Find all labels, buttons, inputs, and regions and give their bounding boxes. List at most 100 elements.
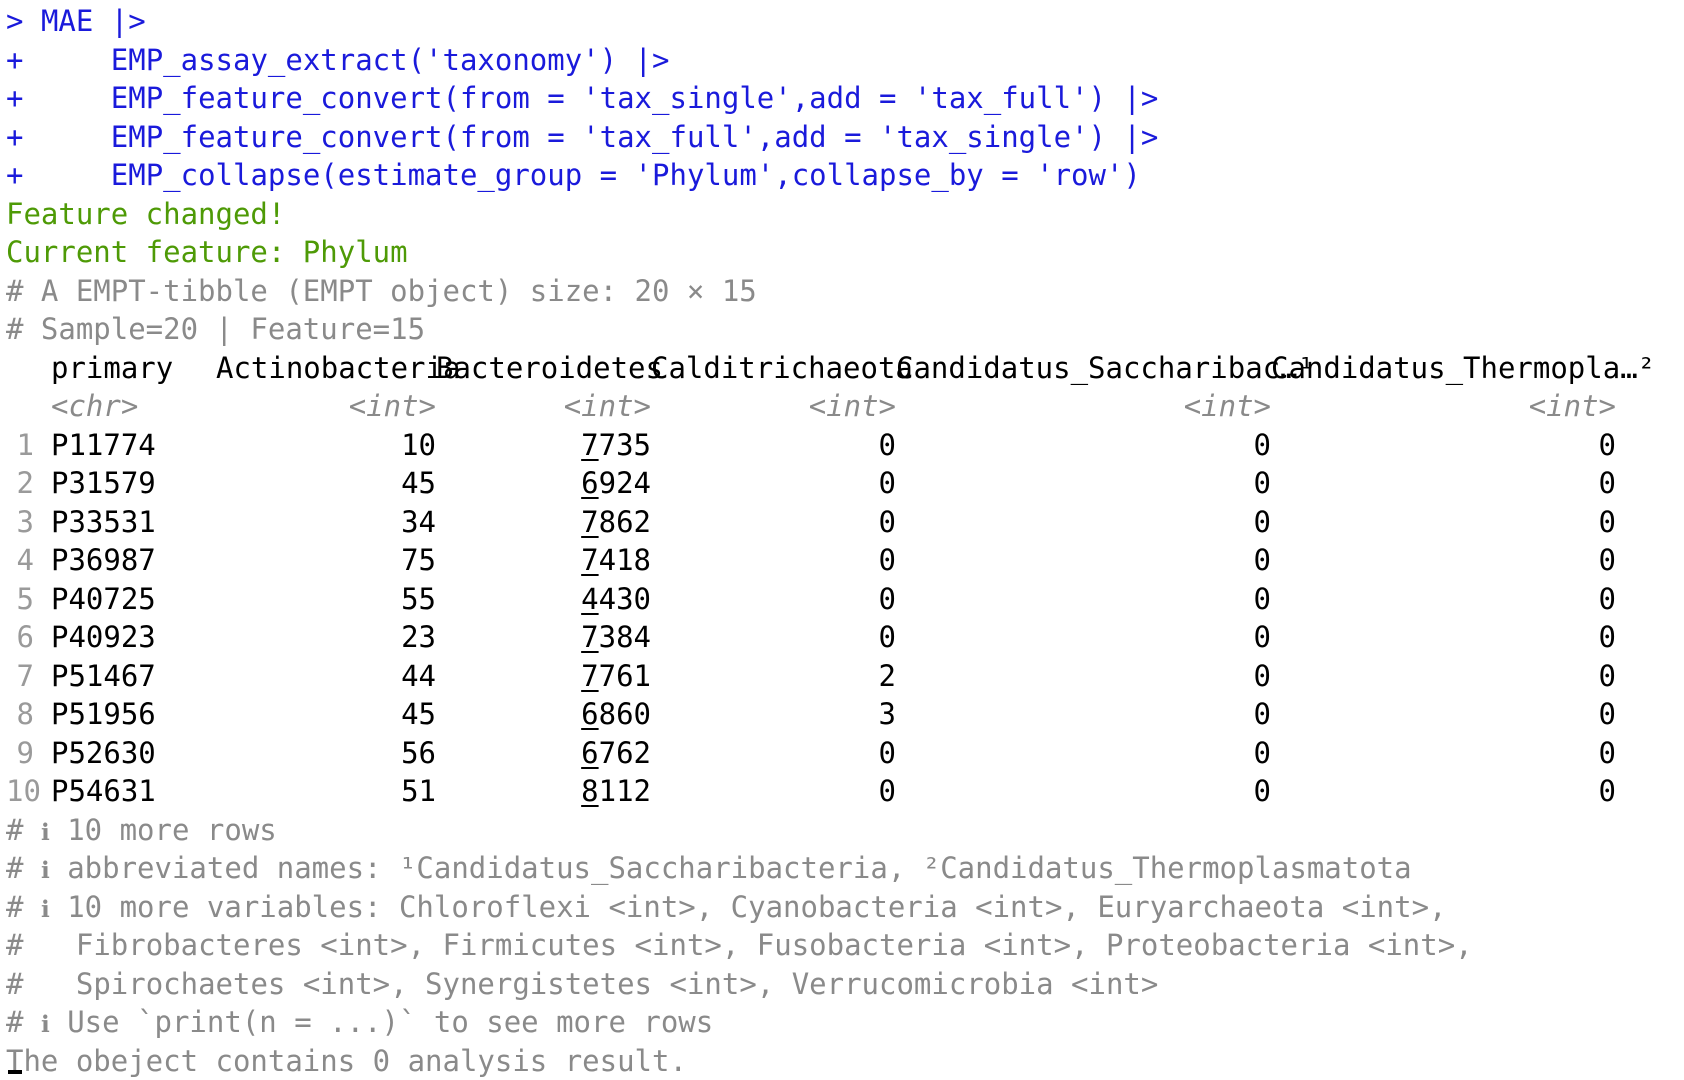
cell-primary: P33531 [51, 503, 216, 542]
command-line: + EMP_assay_extract('taxonomy') |> [6, 41, 1684, 80]
cell-primary: P40725 [51, 580, 216, 619]
table-row: 3P33531347862000 [6, 503, 1684, 542]
info-icon: ℹ [41, 819, 50, 846]
column-type-primary: <chr> [51, 387, 216, 426]
row-index: 1 [6, 426, 34, 465]
cell-candidatus-saccharibac: 0 [896, 580, 1271, 619]
column-header-bacteroidetes: Bacteroidetes [436, 349, 651, 388]
cell-candidatus-thermopla: 0 [1271, 503, 1616, 542]
command-line: > MAE |> [6, 2, 1684, 41]
prompt-symbol: > [6, 4, 23, 38]
cell-candidatus-thermopla: 0 [1271, 541, 1616, 580]
row-index: 3 [6, 503, 34, 542]
cell-bacteroidetes-rest: 418 [599, 543, 651, 577]
row-index: 9 [6, 734, 34, 773]
cell-candidatus-thermopla: 0 [1271, 657, 1616, 696]
info-icon: ℹ [41, 857, 50, 884]
analysis-result-message: The obeject contains 0 analysis result. [6, 1042, 1684, 1080]
cell-calditrichaeota: 2 [651, 657, 896, 696]
more-variables-note-continued: # Fibrobacteres <int>, Firmicutes <int>,… [6, 926, 1684, 965]
column-header-candidatus-thermopla: Candidatus_Thermopla…² [1271, 349, 1616, 388]
cell-bacteroidetes: 8112 [436, 772, 651, 811]
continuation-symbol: + [6, 120, 23, 154]
cell-candidatus-thermopla: 0 [1271, 618, 1616, 657]
more-rows-note: # ℹ 10 more rows [6, 811, 1684, 850]
table-row: 2P31579456924000 [6, 464, 1684, 503]
more-variables-note-continued: # Spirochaetes <int>, Synergistetes <int… [6, 965, 1684, 1004]
cell-primary: P36987 [51, 541, 216, 580]
command-text: MAE |> [41, 4, 146, 38]
row-index: 2 [6, 464, 34, 503]
cell-actinobacteria: 10 [216, 426, 436, 465]
cell-bacteroidetes-thousands: 6 [581, 466, 598, 500]
abbreviated-names-note: # ℹ abbreviated names: ¹Candidatus_Sacch… [6, 849, 1684, 888]
command-text: EMP_assay_extract('taxonomy') |> [41, 43, 670, 77]
cell-bacteroidetes-thousands: 7 [581, 659, 598, 693]
cell-primary: P40923 [51, 618, 216, 657]
tibble-size-summary: # A EMPT-tibble (EMPT object) size: 20 ×… [6, 272, 1684, 311]
more-variables-note: # ℹ 10 more variables: Chloroflexi <int>… [6, 888, 1684, 927]
cell-candidatus-saccharibac: 0 [896, 734, 1271, 773]
cell-bacteroidetes: 7384 [436, 618, 651, 657]
cell-actinobacteria: 45 [216, 464, 436, 503]
cell-bacteroidetes-rest: 862 [599, 505, 651, 539]
cell-bacteroidetes-thousands: 8 [581, 774, 598, 808]
cell-bacteroidetes-rest: 735 [599, 428, 651, 462]
cell-bacteroidetes: 7761 [436, 657, 651, 696]
print-hint-note: # ℹ Use `print(n = ...)` to see more row… [6, 1003, 1684, 1042]
column-header-calditrichaeota: Calditrichaeota [651, 349, 896, 388]
cell-calditrichaeota: 3 [651, 695, 896, 734]
current-feature-message: Current feature: Phylum [6, 233, 1684, 272]
command-text: EMP_feature_convert(from = 'tax_full',ad… [41, 120, 1158, 154]
cell-bacteroidetes-rest: 384 [599, 620, 651, 654]
cell-actinobacteria: 55 [216, 580, 436, 619]
cell-candidatus-thermopla: 0 [1271, 695, 1616, 734]
cell-calditrichaeota: 0 [651, 580, 896, 619]
cell-calditrichaeota: 0 [651, 464, 896, 503]
column-header-actinobacteria: Actinobacteria [216, 349, 436, 388]
command-line: + EMP_feature_convert(from = 'tax_single… [6, 79, 1684, 118]
cell-bacteroidetes: 4430 [436, 580, 651, 619]
cell-candidatus-saccharibac: 0 [896, 426, 1271, 465]
column-type-candidatus-saccharibac: <int> [896, 387, 1271, 426]
row-index: 8 [6, 695, 34, 734]
continuation-symbol: + [6, 158, 23, 192]
cell-candidatus-thermopla: 0 [1271, 426, 1616, 465]
cell-bacteroidetes-thousands: 7 [581, 505, 598, 539]
cell-primary: P51467 [51, 657, 216, 696]
cell-bacteroidetes: 6924 [436, 464, 651, 503]
cell-candidatus-saccharibac: 0 [896, 772, 1271, 811]
column-type-calditrichaeota: <int> [651, 387, 896, 426]
cell-bacteroidetes: 6860 [436, 695, 651, 734]
table-row: 4P36987757418000 [6, 541, 1684, 580]
row-index: 10 [6, 772, 34, 811]
cell-candidatus-saccharibac: 0 [896, 695, 1271, 734]
cell-calditrichaeota: 0 [651, 541, 896, 580]
cell-calditrichaeota: 0 [651, 618, 896, 657]
cell-calditrichaeota: 0 [651, 503, 896, 542]
table-row: 7P51467447761200 [6, 657, 1684, 696]
text-cursor [8, 1070, 22, 1074]
cell-actinobacteria: 34 [216, 503, 436, 542]
cell-primary: P51956 [51, 695, 216, 734]
cell-bacteroidetes: 7862 [436, 503, 651, 542]
table-row: 9P52630566762000 [6, 734, 1684, 773]
info-icon: ℹ [41, 1011, 50, 1038]
table-row: 5P40725554430000 [6, 580, 1684, 619]
cell-calditrichaeota: 0 [651, 772, 896, 811]
info-icon: ℹ [41, 896, 50, 923]
column-header-primary: primary [51, 349, 216, 388]
cell-candidatus-saccharibac: 0 [896, 618, 1271, 657]
column-type-actinobacteria: <int> [216, 387, 436, 426]
table-header-row: primaryActinobacteriaBacteroidetesCaldit… [6, 349, 1684, 388]
command-text: EMP_collapse(estimate_group = 'Phylum',c… [41, 158, 1141, 192]
cell-bacteroidetes-thousands: 6 [581, 736, 598, 770]
table-row: 1P11774107735000 [6, 426, 1684, 465]
cell-actinobacteria: 51 [216, 772, 436, 811]
cell-bacteroidetes-rest: 762 [599, 736, 651, 770]
cell-bacteroidetes: 7735 [436, 426, 651, 465]
column-header-candidatus-saccharibac: Candidatus_Saccharibac…¹ [896, 349, 1271, 388]
cell-candidatus-saccharibac: 0 [896, 541, 1271, 580]
cell-bacteroidetes-rest: 761 [599, 659, 651, 693]
cell-actinobacteria: 56 [216, 734, 436, 773]
